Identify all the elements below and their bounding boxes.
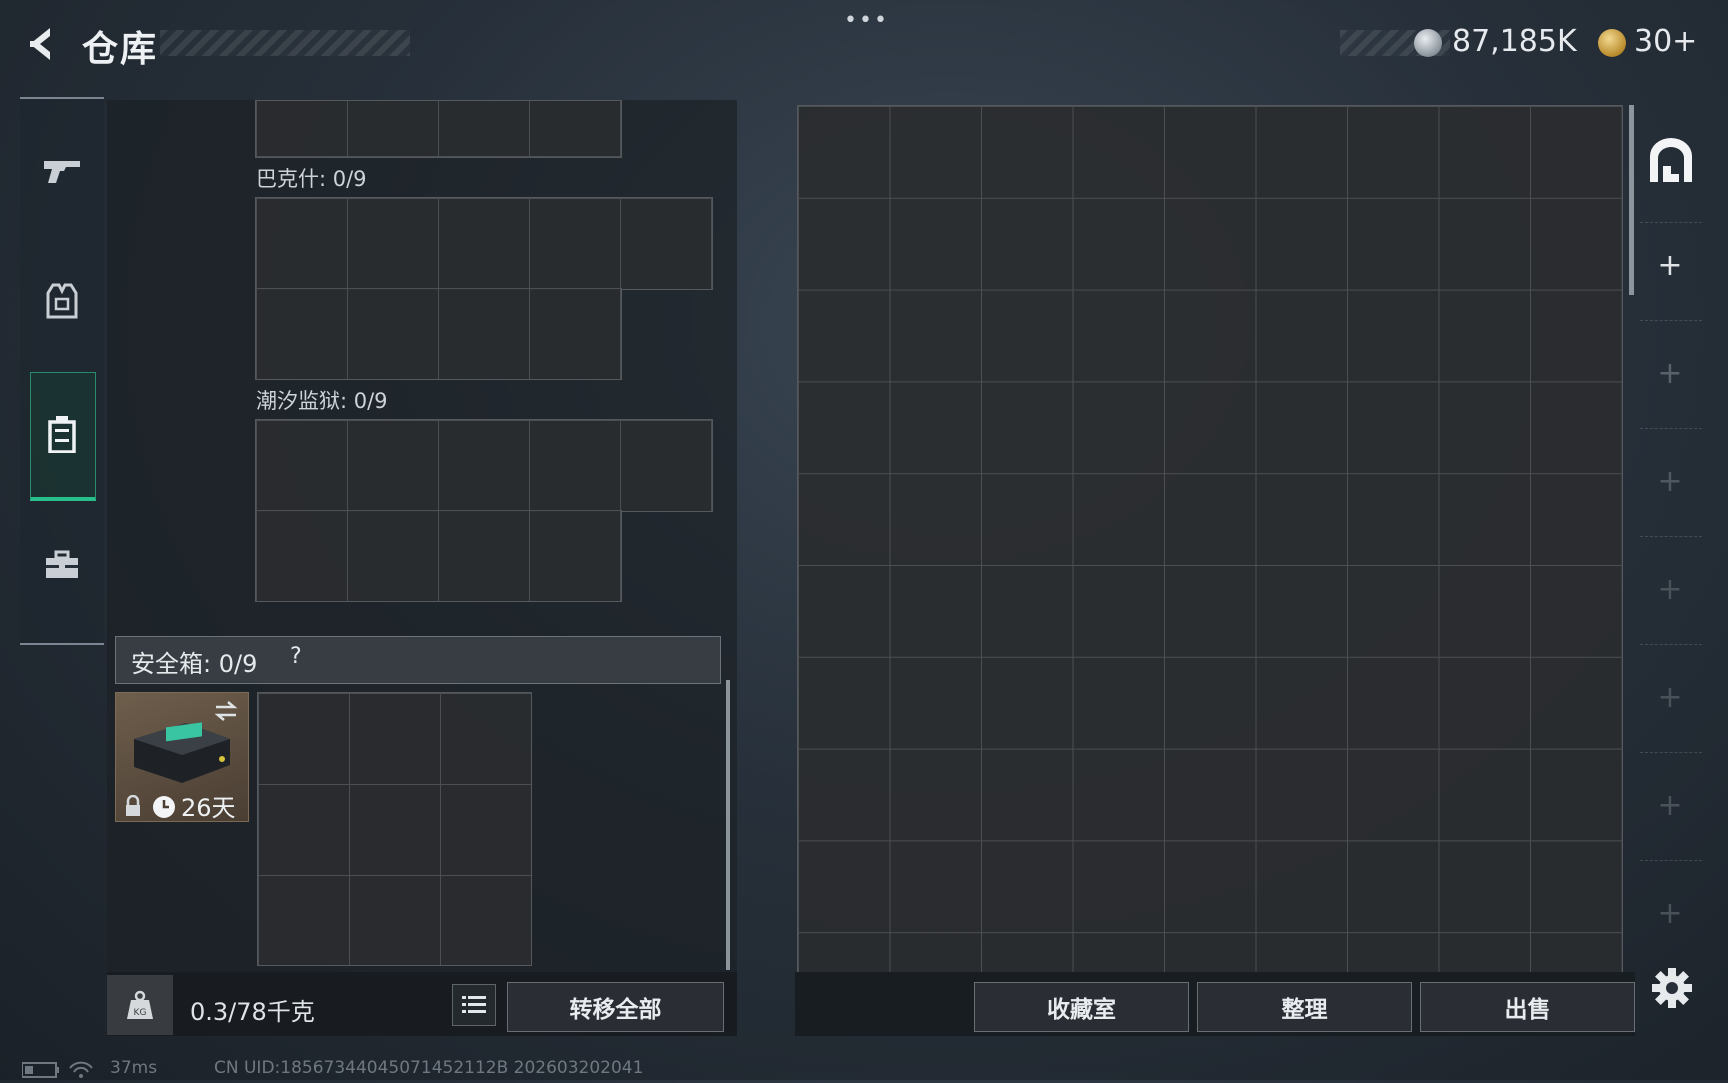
tab-divider [1640,536,1702,538]
settings-button[interactable] [1650,966,1694,1010]
weight-kg-icon: KG [127,990,153,1019]
warehouse-grid[interactable] [797,105,1623,973]
more-menu-button[interactable]: ••• [844,8,889,33]
container-grid-bakshi[interactable] [255,197,713,290]
safe-box-grid[interactable] [257,692,532,966]
warehouse-icon [1650,138,1692,182]
sell-button[interactable]: 出售 [1420,982,1635,1032]
gear-icon [1652,968,1692,1008]
sidebar-item-backpack[interactable] [20,389,104,479]
pistol-icon [44,161,80,183]
warehouse-tab-main[interactable] [1646,136,1696,186]
sort-button[interactable]: 整理 [1197,982,1412,1032]
tab-divider [1640,860,1702,862]
carry-weight: 0.3/78千克 [190,998,315,1026]
container-grid-tidal-prison[interactable] [255,419,713,512]
transfer-all-button[interactable]: 转移全部 [507,982,724,1032]
add-warehouse-tab-button-disabled: + [1657,680,1683,715]
tab-divider [1640,222,1702,224]
svg-text:KG: KG [134,1008,147,1018]
vest-icon [46,283,78,319]
collection-room-button[interactable]: 收藏室 [974,982,1189,1032]
safe-box-days-remaining: 26天 [181,794,236,822]
tab-divider [1640,644,1702,646]
add-warehouse-tab-button[interactable]: + [1654,248,1686,283]
weight-icon-box: KG [107,975,173,1035]
add-warehouse-tab-button-disabled: + [1657,788,1683,823]
add-warehouse-tab-button-disabled: + [1657,896,1683,931]
add-warehouse-tab-button-disabled: + [1657,572,1683,607]
tab-divider [1640,752,1702,754]
safe-box-label: 安全箱: 0/9 [131,650,258,678]
container-grid-tidal-prison-row2[interactable] [255,510,622,602]
back-button[interactable] [20,22,60,66]
list-view-button[interactable] [452,984,496,1026]
storage-scrollbar[interactable] [726,680,730,970]
toolbox-icon [46,550,78,578]
back-arrow-icon [30,28,50,60]
container-grid-bakshi-row2[interactable] [255,288,622,380]
swap-icon[interactable] [212,699,240,723]
list-icon [462,996,486,1013]
silver-coin-icon [1414,29,1442,57]
user-uid: CN UID:18567344045071452112B 20260320204… [214,1058,644,1078]
tab-divider [1640,428,1702,430]
battery-icon [21,1061,93,1078]
sidebar-item-toolbox[interactable] [20,520,104,610]
battery-wifi-status [21,1058,102,1083]
add-warehouse-tab-button-disabled: + [1657,464,1683,499]
gold-currency-value[interactable]: 30+ [1634,24,1697,59]
warehouse-scrollbar[interactable] [1629,105,1634,295]
sidebar-item-weapon[interactable] [20,125,104,215]
add-warehouse-tab-button-disabled: + [1657,356,1683,391]
tab-divider [1640,320,1702,322]
silver-currency-value: 87,185K [1452,24,1577,59]
lock-icon [126,795,140,816]
container-grid-top[interactable] [255,100,622,158]
page-title: 仓库 [82,29,159,70]
gold-coin-icon [1598,29,1626,57]
title-decoration [160,30,410,56]
safe-box-help-button[interactable]: ? [290,644,302,669]
backpack-icon [48,416,76,453]
sidebar-item-equipment[interactable] [20,256,104,346]
section-label-tidal-prison: 潮汐监狱: 0/9 [256,389,388,413]
ping-value: 37ms [110,1058,158,1078]
section-label-bakshi: 巴克什: 0/9 [256,167,367,191]
clock-icon [153,796,175,818]
